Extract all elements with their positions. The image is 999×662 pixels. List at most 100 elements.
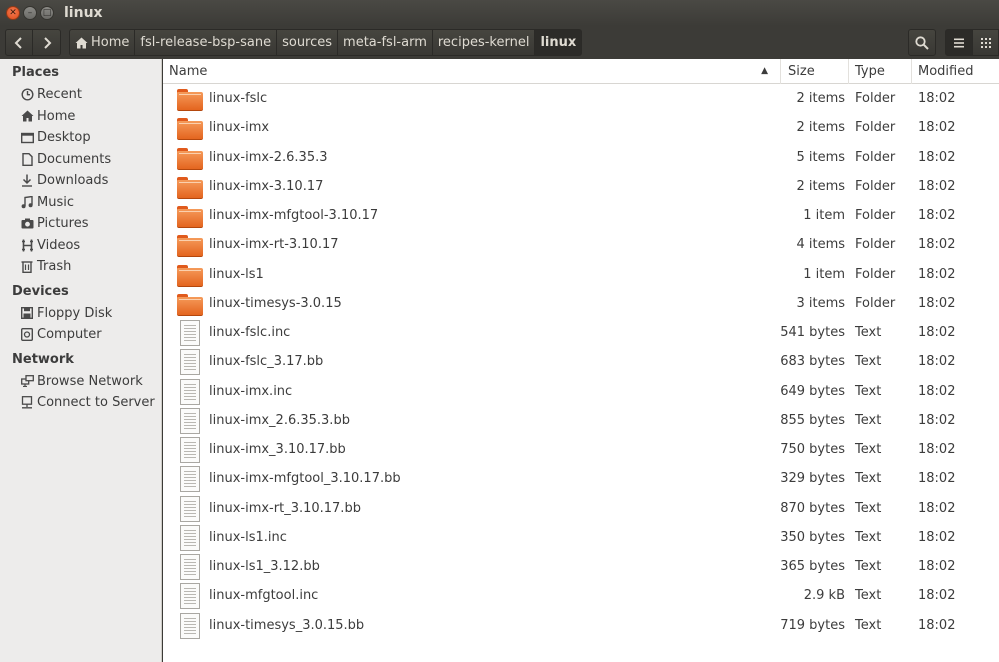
floppy-icon [20,306,34,320]
toolbar: Home fsl-release-bsp-sane sources meta-f… [0,26,999,59]
folder-icon [177,174,203,200]
text-file-icon [177,349,203,376]
breadcrumb-recipes-kernel[interactable]: recipes-kernel [432,29,536,56]
table-row[interactable]: linux-timesys-3.0.15 3 items Folder 18:02 [163,289,999,318]
sidebar-item-recent[interactable]: Recent [0,84,161,106]
table-row[interactable]: linux-ls1_3.12.bb 365 bytes Text 18:02 [163,552,999,581]
file-type: Folder [855,178,896,194]
grid-view-button[interactable] [973,29,999,56]
breadcrumb-home[interactable]: Home [69,29,136,56]
table-row[interactable]: linux-timesys_3.0.15.bb 719 bytes Text 18:0… [163,611,999,640]
text-file-icon [177,524,203,551]
table-row[interactable]: linux-imx-3.10.17 2 items Folder 18:02 [163,172,999,201]
sidebar-item-label: Documents [37,151,112,167]
file-modified: 18:02 [918,559,956,575]
table-row[interactable]: linux-ls1.inc 350 bytes Text 18:02 [163,523,999,552]
table-row[interactable]: linux-fslc_3.17.bb 683 bytes Text 18:02 [163,347,999,376]
close-window-button[interactable]: ✕ [6,6,20,20]
table-row[interactable]: linux-fslc.inc 541 bytes Text 18:02 [163,318,999,347]
table-row[interactable]: linux-imx-2.6.35.3 5 items Folder 18:02 [163,143,999,172]
file-modified: 18:02 [918,91,956,107]
column-header-size[interactable]: Size [781,58,849,84]
breadcrumb-linux[interactable]: linux [535,29,583,56]
file-size: 2 items [796,91,845,107]
table-row[interactable]: linux-mfgtool.inc 2.9 kB Text 18:02 [163,581,999,610]
sidebar-item-computer[interactable]: Computer [0,324,161,346]
file-size: 870 bytes [780,500,845,516]
list-view-button[interactable] [945,29,973,56]
file-modified: 18:02 [918,354,956,370]
file-name: linux-imx-rt_3.10.17.bb [209,500,361,516]
sidebar-item-downloads[interactable]: Downloads [0,170,161,192]
view-controls [908,29,999,56]
camera-icon [20,217,34,231]
table-row[interactable]: linux-imx-rt_3.10.17.bb 870 bytes Text 18:0… [163,494,999,523]
table-row[interactable]: linux-fslc 2 items Folder 18:02 [163,84,999,113]
folder-icon [177,262,203,288]
file-modified: 18:02 [918,120,956,136]
sidebar-section-places: Places [12,65,60,80]
sidebar-item-videos[interactable]: Videos [0,235,161,257]
breadcrumb-meta-fsl-arm[interactable]: meta-fsl-arm [338,29,433,56]
column-headers: Name ▲ Size Type Modified [163,58,999,84]
close-icon: ✕ [9,7,17,18]
file-name: linux-imx.inc [209,383,293,399]
clock-icon [20,88,34,102]
download-icon [20,174,34,188]
sidebar-item-label: Home [37,108,76,124]
sidebar-section-devices: Devices [12,283,69,299]
file-name: linux-timesys_3.0.15.bb [209,617,365,633]
file-modified: 18:02 [918,149,956,165]
file-name: linux-fslc.inc [209,325,291,341]
search-button[interactable] [908,29,936,56]
sidebar-item-connect-to-server[interactable]: Connect to Server [0,392,161,414]
file-name: linux-imx-mfgtool_3.10.17.bb [209,471,401,487]
file-type: Text [855,442,882,458]
table-row[interactable]: linux-imx.inc 649 bytes Text 18:02 [163,377,999,406]
sidebar-item-label: Pictures [37,216,89,232]
text-file-icon [177,495,203,522]
table-row[interactable]: linux-imx 2 items Folder 18:02 [163,113,999,142]
sidebar-item-pictures[interactable]: Pictures [0,213,161,235]
home-icon [20,109,34,123]
back-button[interactable] [5,29,33,56]
document-icon [20,152,34,166]
search-icon [915,35,929,50]
column-header-modified[interactable]: Modified [912,59,999,84]
forward-button[interactable] [33,29,61,56]
text-file-icon [177,466,203,493]
text-file-icon [177,407,203,434]
sidebar-item-label: Videos [37,237,81,253]
table-row[interactable]: linux-imx_3.10.17.bb 750 bytes Text 18:02 [163,435,999,464]
sidebar-item-browse-network[interactable]: Browse Network [0,371,161,393]
sidebar-item-trash[interactable]: Trash [0,256,161,278]
file-type: Text [855,529,882,545]
file-type: Folder [855,91,896,107]
sidebar-item-desktop[interactable]: Desktop [0,127,161,149]
file-name: linux-ls1.inc [209,529,287,545]
text-file-icon [177,437,203,463]
file-name: linux-ls1 [209,266,264,282]
table-row[interactable]: linux-imx-mfgtool_3.10.17.bb 329 bytes Tex… [163,464,999,493]
table-row[interactable]: linux-imx-mfgtool-3.10.17 1 item Folder 18:… [163,201,999,230]
column-header-name[interactable]: Name ▲ [163,58,781,84]
chevron-left-icon [14,36,22,49]
window-title: linux [64,5,103,21]
minimize-icon: – [27,7,33,18]
sidebar-item-home[interactable]: Home [0,106,161,128]
table-row[interactable]: linux-imx-rt-3.10.17 4 items Folder 18:02 [163,230,999,259]
sidebar-item-floppy-disk[interactable]: Floppy Disk [0,303,161,325]
file-size: 750 bytes [780,442,845,458]
maximize-window-button[interactable]: □ [40,6,54,20]
sidebar-item-documents[interactable]: Documents [0,149,161,171]
column-header-type[interactable]: Type [849,58,912,84]
table-row[interactable]: linux-imx_2.6.35.3.bb 855 bytes Text 18:02 [163,406,999,435]
breadcrumb-sources[interactable]: sources [277,29,339,56]
breadcrumb-fsl-release-bsp-sane[interactable]: fsl-release-bsp-sane [135,29,278,56]
sidebar-item-music[interactable]: Music [0,192,161,214]
file-rows: linux-fslc 2 items Folder 18:02 linux-imx 2 i… [163,84,999,640]
table-row[interactable]: linux-ls1 1 item Folder 18:02 [163,260,999,289]
file-type: Folder [855,149,896,165]
minimize-window-button[interactable]: – [23,6,37,20]
file-size: 4 items [796,237,845,253]
